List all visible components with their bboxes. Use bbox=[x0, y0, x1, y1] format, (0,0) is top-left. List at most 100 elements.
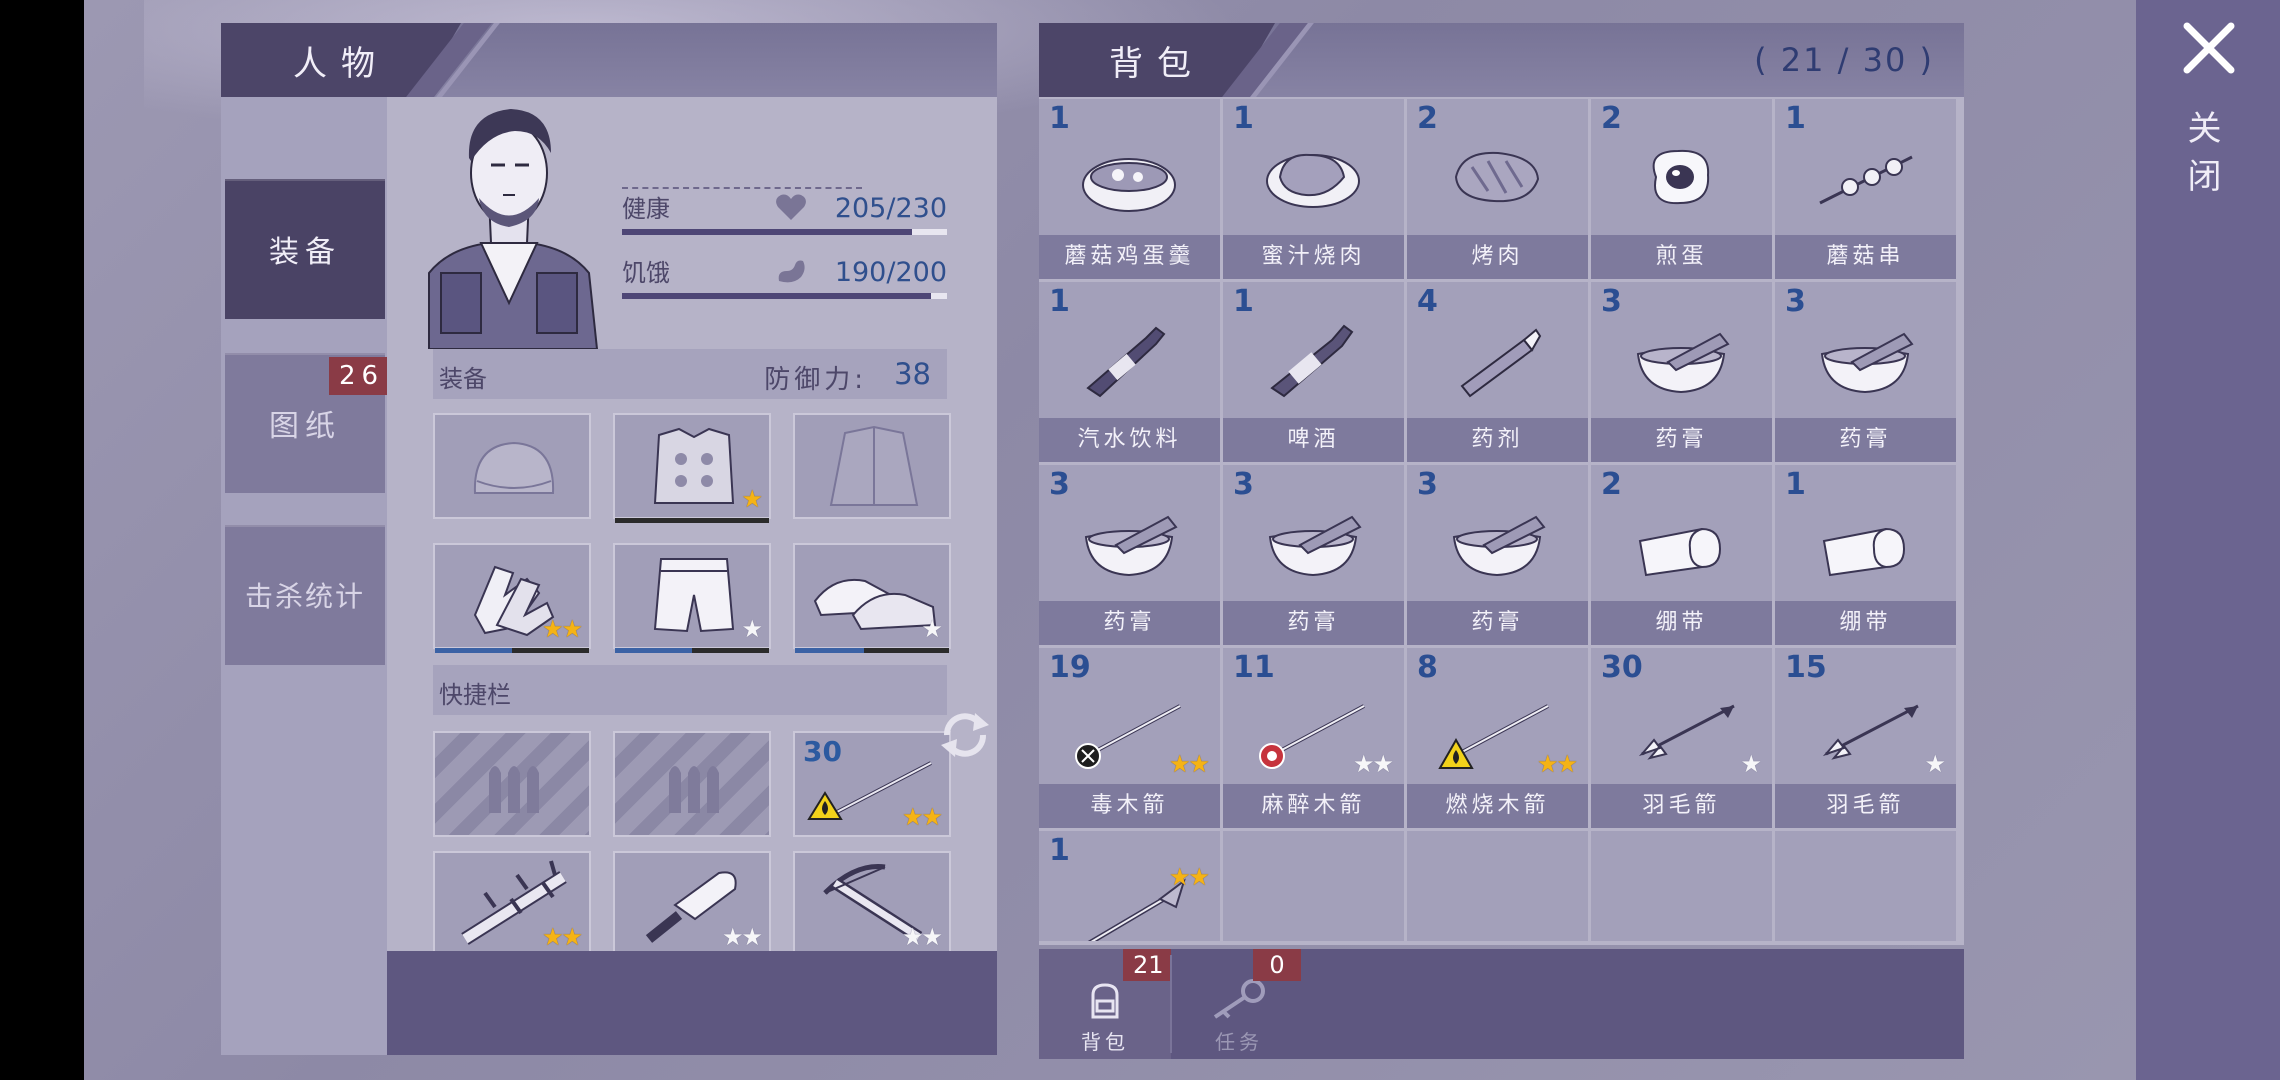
equipment-slot-hands[interactable]: ★★ bbox=[433, 543, 591, 653]
footer-divider bbox=[1170, 955, 1172, 1053]
backpack-item[interactable]: 15 ★ 羽毛箭 bbox=[1775, 648, 1956, 828]
backpack-empty-slot[interactable] bbox=[1407, 831, 1588, 941]
grilled-steak-icon bbox=[1454, 151, 1540, 203]
backpack-item[interactable]: 2 绷带 bbox=[1591, 465, 1772, 645]
item-name: 药膏 bbox=[1591, 418, 1772, 462]
backpack-item[interactable]: 1 ★★ bbox=[1039, 831, 1220, 941]
hunger-bar bbox=[622, 293, 947, 299]
backpack-empty-slot[interactable] bbox=[1591, 831, 1772, 941]
durability-bar bbox=[615, 648, 769, 653]
backpack-empty-slot[interactable] bbox=[1775, 831, 1956, 941]
backpack-item[interactable]: 30 ★ 羽毛箭 bbox=[1591, 648, 1772, 828]
backpack-item[interactable]: 3 药膏 bbox=[1775, 282, 1956, 462]
quickbar-slot-5[interactable]: ★★ bbox=[613, 851, 771, 961]
hunger-bar-fill bbox=[622, 293, 931, 299]
backpack-item[interactable]: 3 药膏 bbox=[1407, 465, 1588, 645]
item-stars: ★ bbox=[1924, 750, 1945, 778]
item-name: 啤酒 bbox=[1223, 418, 1404, 462]
defense-label: 防御力: bbox=[764, 365, 867, 395]
sidebar-item-kill-stats[interactable]: 击杀统计 bbox=[225, 525, 385, 665]
item-name: 药膏 bbox=[1223, 601, 1404, 645]
tab-backpack[interactable]: 21 背包 bbox=[1039, 949, 1171, 1059]
backpack-item[interactable]: 1 绷带 bbox=[1775, 465, 1956, 645]
tab-label: 任务 bbox=[1215, 1030, 1263, 1054]
quests-tab-badge: 0 bbox=[1253, 949, 1301, 981]
backpack-item[interactable]: 3 药膏 bbox=[1223, 465, 1404, 645]
health-label: 健康 bbox=[622, 195, 670, 223]
backpack-item[interactable]: 2 烤肉 bbox=[1407, 99, 1588, 279]
item-stars: ★ bbox=[1740, 750, 1761, 778]
quickbar-slot-4[interactable]: ★★ bbox=[433, 851, 591, 961]
equipment-section-label: 装备 bbox=[439, 365, 487, 393]
item-name: 绷带 bbox=[1775, 601, 1956, 645]
character-header: 人物 bbox=[221, 23, 997, 97]
refresh-icon[interactable] bbox=[935, 707, 995, 763]
backpack-footer: 21 背包 0 任务 bbox=[1039, 949, 1964, 1059]
durability-bar bbox=[435, 648, 589, 653]
stomach-icon bbox=[778, 260, 805, 283]
backpack-item[interactable]: 1 蘑菇鸡蛋羹 bbox=[1039, 99, 1220, 279]
sidebar-item-label: 击杀统计 bbox=[244, 580, 365, 613]
quickbar-slot-3[interactable]: 30 ★★ bbox=[793, 731, 951, 837]
item-stars: ★★ bbox=[901, 923, 943, 951]
backpack-item[interactable]: 1 蜜汁烧肉 bbox=[1223, 99, 1404, 279]
quickbar-slot-2[interactable] bbox=[613, 731, 771, 837]
backpack-item[interactable]: 19 ★★ 毒木箭 bbox=[1039, 648, 1220, 828]
backpack-item[interactable]: 3 药膏 bbox=[1039, 465, 1220, 645]
item-name: 药剂 bbox=[1407, 418, 1588, 462]
item-stars: ★★ bbox=[1168, 750, 1210, 778]
item-name: 烤肉 bbox=[1407, 235, 1588, 279]
equipment-slot-head[interactable] bbox=[433, 413, 591, 519]
backpack-item[interactable]: 1 蘑菇串 bbox=[1775, 99, 1956, 279]
game-screen: 人物 装备 图纸 26 击杀统计 健康 205/230 饥饿 190/200 装… bbox=[84, 0, 2280, 1080]
quickbar-slot-1[interactable] bbox=[433, 731, 591, 837]
durability-bar bbox=[795, 648, 949, 653]
item-stars: ★★ bbox=[1352, 750, 1394, 778]
bandage-icon bbox=[1822, 527, 1906, 577]
equipment-slot-legs[interactable]: ★ bbox=[613, 543, 771, 653]
item-name: 羽毛箭 bbox=[1775, 784, 1956, 828]
quickbar-section-label: 快捷栏 bbox=[439, 681, 511, 709]
feather-arrow-icon bbox=[1638, 704, 1735, 760]
backpack-empty-slot[interactable] bbox=[1223, 831, 1404, 941]
mortar-icon bbox=[1268, 515, 1362, 577]
equipment-slot-body[interactable]: ★ bbox=[613, 413, 771, 523]
sidebar-item-label: 装备 bbox=[269, 235, 341, 270]
backpack-item[interactable]: 1 啤酒 bbox=[1223, 282, 1404, 462]
backpack-panel: 背包 ( 21 / 30 ) 1 蘑菇鸡蛋羹 1 蜜汁烧肉 2 烤肉 2 煎蛋 1 蘑菇串 1 汽水饮… bbox=[1039, 23, 1969, 1059]
equipment-slot-feet[interactable]: ★ bbox=[793, 543, 951, 653]
mortar-icon bbox=[1084, 515, 1178, 577]
backpack-item[interactable]: 11 ★★ 麻醉木箭 bbox=[1223, 648, 1404, 828]
mortar-icon bbox=[1636, 332, 1730, 394]
defense-value: 38 bbox=[894, 357, 931, 391]
mortar-icon bbox=[1452, 515, 1546, 577]
item-name: 蘑菇鸡蛋羹 bbox=[1039, 235, 1220, 279]
item-name: 燃烧木箭 bbox=[1407, 784, 1588, 828]
mortar-icon bbox=[1820, 332, 1914, 394]
character-body: 健康 205/230 饥饿 190/200 装备 防御力: 38 ★ ★★ ★ … bbox=[387, 97, 997, 961]
equipment-section-header: 装备 防御力: 38 bbox=[433, 349, 947, 399]
hunger-label: 饥饿 bbox=[622, 259, 670, 287]
right-rail: 关闭 bbox=[2136, 0, 2280, 1080]
tab-quests[interactable]: 0 任务 bbox=[1173, 949, 1305, 1059]
backpack-item[interactable]: 8 ★★ 燃烧木箭 bbox=[1407, 648, 1588, 828]
item-stars: ★★ bbox=[1168, 863, 1210, 891]
sidebar-item-equipment[interactable]: 装备 bbox=[225, 179, 385, 319]
item-stars: ★★ bbox=[901, 803, 943, 831]
item-stars: ★ bbox=[741, 615, 762, 643]
backpack-item[interactable]: 2 煎蛋 bbox=[1591, 99, 1772, 279]
backpack-item[interactable]: 1 汽水饮料 bbox=[1039, 282, 1220, 462]
backpack-item[interactable]: 3 药膏 bbox=[1591, 282, 1772, 462]
equipment-slot-outer[interactable] bbox=[793, 413, 951, 519]
item-name: 药膏 bbox=[1407, 601, 1588, 645]
sidebar-item-blueprints[interactable]: 图纸 26 bbox=[225, 353, 389, 493]
backpack-item[interactable]: 4 药剂 bbox=[1407, 282, 1588, 462]
close-label[interactable]: 关闭 bbox=[2181, 110, 2226, 206]
quickbar-slot-6[interactable]: ★★ bbox=[793, 851, 951, 961]
health-bar-fill bbox=[622, 229, 912, 235]
item-name: 毒木箭 bbox=[1039, 784, 1220, 828]
close-icon[interactable] bbox=[2181, 20, 2237, 76]
sidebar-item-label: 图纸 bbox=[269, 409, 341, 444]
ammo-placeholder-icon bbox=[489, 766, 539, 813]
heart-icon bbox=[776, 194, 806, 220]
